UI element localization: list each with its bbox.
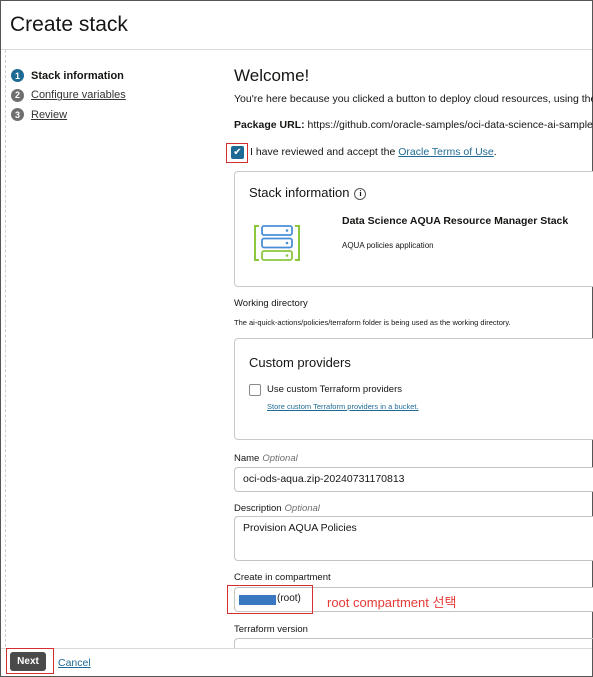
stack-description: AQUA policies application xyxy=(342,241,434,250)
working-directory-text: The ai-quick-actions/policies/terraform … xyxy=(234,318,511,327)
name-optional: Optional xyxy=(262,453,298,464)
package-url-value: https://github.com/oracle-samples/oci-da… xyxy=(304,119,593,131)
step-number: 2 xyxy=(11,88,24,102)
description-label-text: Description xyxy=(234,503,282,514)
working-directory-label: Working directory xyxy=(234,298,308,309)
terms-text: I have reviewed and accept the Oracle Te… xyxy=(250,146,497,158)
step-configure-variables[interactable]: 2 Configure variables xyxy=(11,86,126,106)
wizard-steps: 1 Stack information 2 Configure variable… xyxy=(11,66,126,125)
compartment-annotation: root compartment 선택 xyxy=(327,595,457,610)
left-divider xyxy=(5,50,6,647)
intro-sentence: You're here because you clicked a button… xyxy=(234,93,593,105)
step-number: 3 xyxy=(11,108,24,122)
stack-name: Data Science AQUA Resource Manager Stack xyxy=(342,215,569,227)
page-header: Create stack xyxy=(1,1,592,50)
step-label[interactable]: Configure variables xyxy=(31,89,126,101)
cancel-link[interactable]: Cancel xyxy=(58,657,91,669)
next-button[interactable]: Next xyxy=(10,652,46,671)
custom-terraform-label: Use custom Terraform providers xyxy=(267,384,402,395)
step-stack-information[interactable]: 1 Stack information xyxy=(11,66,126,86)
terms-sentence: I have reviewed and accept the xyxy=(250,146,399,158)
package-url: Package URL: https://github.com/oracle-s… xyxy=(234,119,593,131)
welcome-heading: Welcome! xyxy=(234,66,310,85)
store-providers-link[interactable]: Store custom Terraform providers in a bu… xyxy=(267,402,419,411)
custom-providers-card: Custom providers Use custom Terraform pr… xyxy=(234,338,593,440)
name-input[interactable]: oci-ods-aqua.zip-20240731170813 xyxy=(234,467,593,492)
step-review[interactable]: 3 Review xyxy=(11,105,126,125)
step-number: 1 xyxy=(11,69,24,83)
description-input[interactable]: Provision AQUA Policies xyxy=(234,516,593,561)
intro-text: You're here because you clicked a button… xyxy=(234,93,593,105)
custom-terraform-checkbox[interactable] xyxy=(249,384,261,396)
description-optional: Optional xyxy=(284,503,320,514)
check-icon: ✔ xyxy=(233,147,242,158)
page-title: Create stack xyxy=(10,13,128,36)
step-label: Stack information xyxy=(31,69,124,82)
stack-information-card: Stack information i Data Science AQUA Res… xyxy=(234,171,593,287)
custom-providers-title: Custom providers xyxy=(249,355,351,370)
terraform-version-select[interactable] xyxy=(234,638,593,648)
description-label: Description Optional xyxy=(234,503,320,514)
terraform-version-label: Terraform version xyxy=(234,624,308,635)
oracle-terms-link[interactable]: Oracle Terms of Use xyxy=(398,146,494,158)
compartment-label: Create in compartment xyxy=(234,572,331,583)
name-label: Name Optional xyxy=(234,453,298,464)
stack-logo-icon xyxy=(253,222,301,267)
package-url-label: Package URL: xyxy=(234,119,305,131)
info-icon[interactable]: i xyxy=(354,187,367,200)
step-label[interactable]: Review xyxy=(31,109,67,121)
name-label-text: Name xyxy=(234,453,260,464)
compartment-highlight-box xyxy=(227,585,313,614)
terms-suffix: . xyxy=(493,146,497,158)
terms-checkbox[interactable]: ✔ xyxy=(231,146,244,159)
stack-information-title: Stack information i xyxy=(249,185,367,200)
card-title-text: Stack information xyxy=(249,185,350,200)
